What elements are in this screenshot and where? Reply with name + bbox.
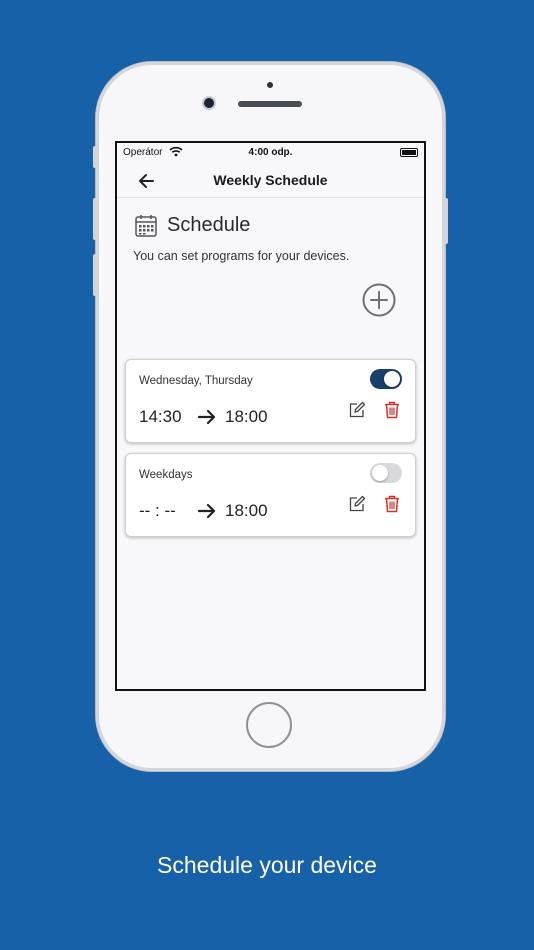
schedule-start-time: -- : -- xyxy=(139,501,176,520)
page-title: Weekly Schedule xyxy=(213,172,328,188)
delete-icon[interactable] xyxy=(384,495,400,513)
power-button xyxy=(444,198,448,244)
calendar-icon xyxy=(135,215,157,237)
front-camera xyxy=(204,98,214,108)
schedule-end-time: 18:00 xyxy=(225,407,268,426)
arrow-right-icon xyxy=(197,409,216,425)
earpiece-speaker xyxy=(238,101,302,107)
schedule-card[interactable]: Wednesday, Thursday 14:30 18:00 xyxy=(125,359,416,443)
schedule-end-time: 18:00 xyxy=(225,501,268,520)
schedule-days: Wednesday, Thursday xyxy=(139,375,253,387)
schedule-enable-toggle[interactable] xyxy=(370,369,402,389)
schedule-enable-toggle[interactable] xyxy=(370,463,402,483)
mute-switch xyxy=(93,146,97,168)
volume-up-button xyxy=(93,198,97,240)
edit-icon[interactable] xyxy=(348,495,366,513)
schedule-days: Weekdays xyxy=(139,469,193,481)
battery-icon xyxy=(400,148,418,157)
section-title: Schedule xyxy=(167,214,251,236)
schedule-start-time: 14:30 xyxy=(139,407,182,426)
delete-icon[interactable] xyxy=(384,401,400,419)
volume-down-button xyxy=(93,254,97,296)
proximity-sensor xyxy=(267,82,273,88)
add-schedule-button[interactable] xyxy=(362,283,396,317)
schedule-card[interactable]: Weekdays -- : -- 18:00 xyxy=(125,453,416,537)
edit-icon[interactable] xyxy=(348,401,366,419)
app-screen: Operátor 4:00 odp. Weekly Schedule Sched… xyxy=(115,141,426,691)
promo-caption: Schedule your device xyxy=(157,852,377,878)
section-subtitle: You can set programs for your devices. xyxy=(133,249,350,263)
nav-bar: Weekly Schedule xyxy=(117,163,424,198)
status-time: 4:00 odp. xyxy=(248,147,293,158)
toggle-knob xyxy=(372,465,388,481)
status-bar: Operátor 4:00 odp. xyxy=(117,143,424,163)
arrow-right-icon xyxy=(197,503,216,519)
toggle-knob xyxy=(384,371,400,387)
home-button[interactable] xyxy=(246,702,292,748)
